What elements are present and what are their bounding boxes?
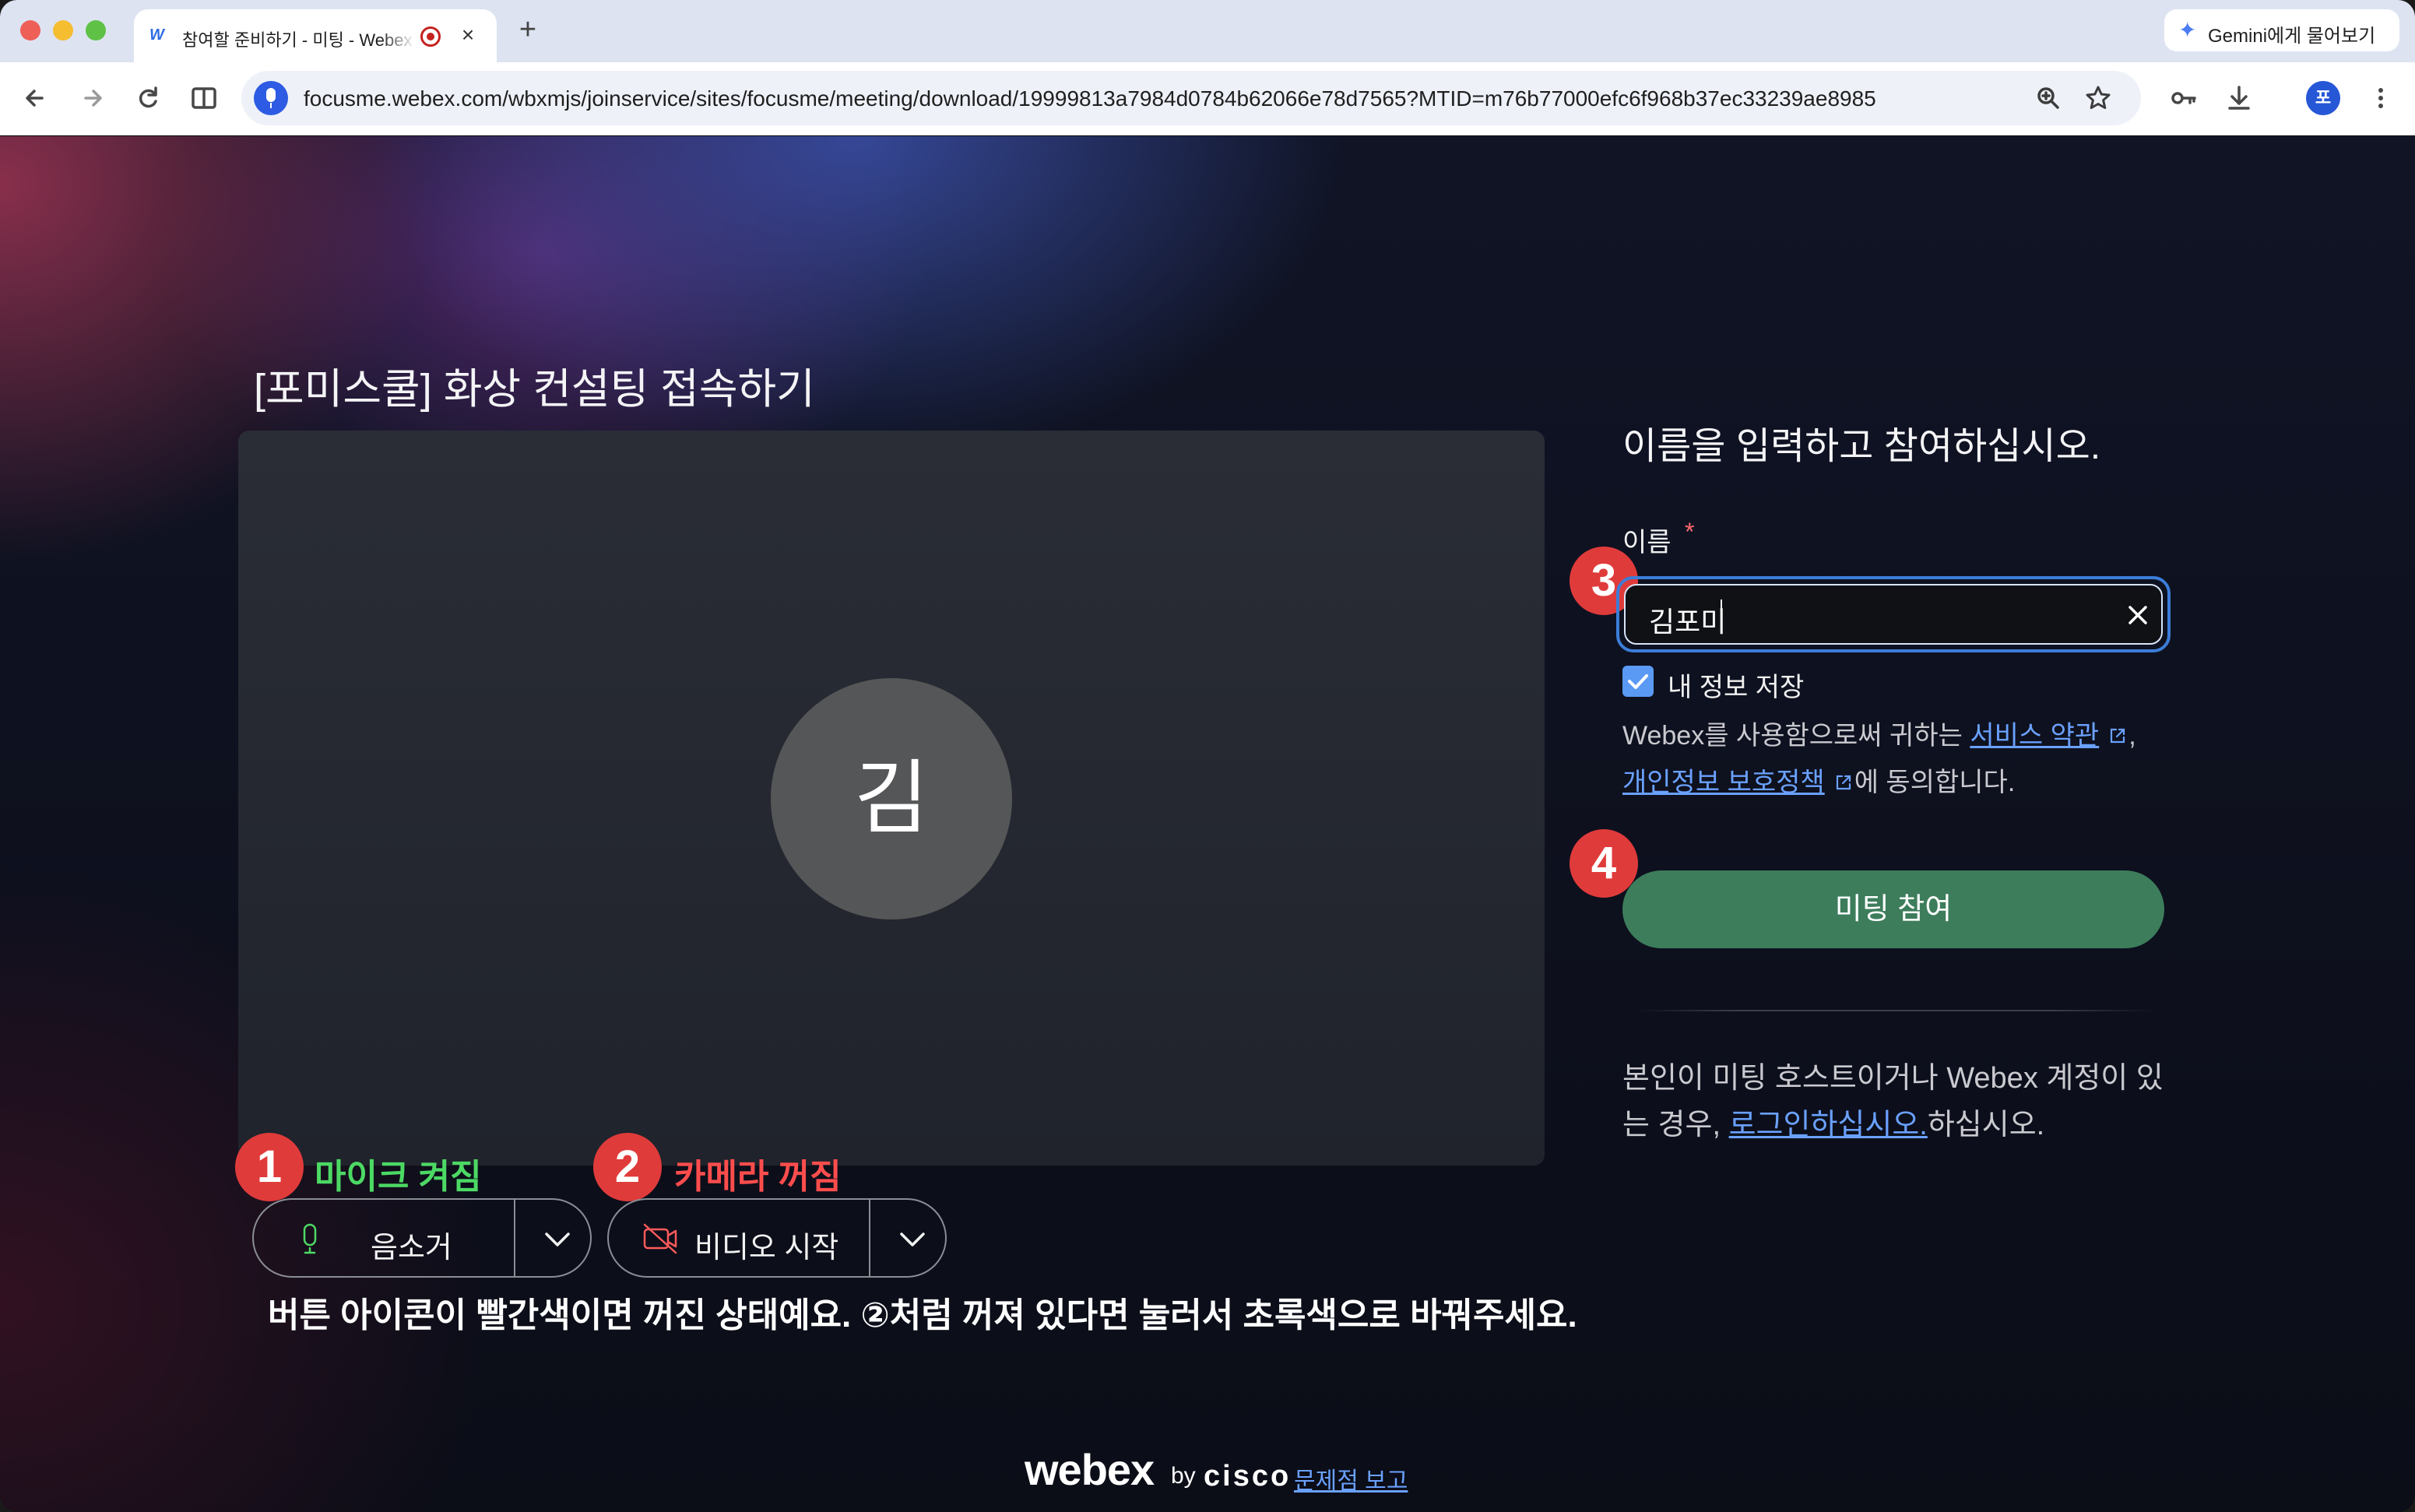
webex-icon: W <box>149 26 164 44</box>
login-link[interactable]: 로그인하십시오. <box>1729 1109 1928 1141</box>
mute-divider <box>514 1200 515 1276</box>
url-text[interactable]: focusme.webex.com/wbxmjs/joinservice/sit… <box>304 86 1876 111</box>
privacy-policy-link[interactable]: 개인정보 보호정책 <box>1622 768 1825 797</box>
mute-options-chevron-down-icon[interactable] <box>536 1217 579 1261</box>
webex-join-page: [포미스쿨] 화상 컨설팅 접속하기 김 1 마이크 켜짐 2 카메라 꺼짐 음… <box>0 136 2415 1512</box>
checkmark-icon <box>1628 674 1648 689</box>
gemini-sparkle-icon: ✦ <box>2178 18 2197 42</box>
microphone-permission-icon[interactable] <box>254 81 288 115</box>
video-control: 비디오 시작 <box>607 1198 947 1278</box>
forward-button[interactable] <box>75 81 109 115</box>
gemini-button[interactable]: ✦ Gemini에게 물어보기 <box>2164 9 2399 51</box>
profile-avatar[interactable]: 포 <box>2306 81 2340 115</box>
tab-title: 참여할 준비하기 - 미팅 - Webex <box>182 30 413 48</box>
more-vert-icon <box>2378 88 2383 108</box>
step-2-label: 카메라 꺼짐 <box>674 1158 842 1196</box>
bookmark-star-icon[interactable] <box>2083 83 2113 113</box>
footer-by: by <box>1171 1463 1196 1489</box>
minimize-window-button[interactable] <box>53 20 73 40</box>
mute-control: 음소거 <box>252 1198 592 1278</box>
terms-of-service-link[interactable]: 서비스 약관 <box>1970 721 2099 751</box>
forward-arrow-icon <box>84 90 102 107</box>
host-login-note: 본인이 미팅 호스트이거나 Webex 계정이 있는 경우, 로그인하십시오.하… <box>1622 1055 2167 1148</box>
clear-input-close-icon[interactable] <box>2119 596 2157 634</box>
join-meeting-button[interactable]: 미팅 참여 <box>1622 870 2164 948</box>
start-video-button[interactable]: 비디오 시작 <box>694 1223 838 1266</box>
back-arrow-icon <box>26 90 44 107</box>
mute-button[interactable]: 음소거 <box>371 1223 452 1266</box>
maximize-window-button[interactable] <box>86 20 106 40</box>
key-icon <box>2171 92 2196 104</box>
video-options-chevron-down-icon[interactable] <box>891 1217 934 1261</box>
reload-button[interactable] <box>131 81 165 115</box>
new-tab-button[interactable]: + <box>514 15 542 44</box>
menu-button[interactable] <box>2364 81 2398 115</box>
name-input-box[interactable]: 김포미 <box>1624 584 2163 645</box>
terms-prefix: Webex를 사용함으로써 귀하는 <box>1622 721 1970 751</box>
close-window-button[interactable] <box>20 20 40 40</box>
address-bar[interactable]: focusme.webex.com/wbxmjs/joinservice/sit… <box>241 71 2141 125</box>
host-note-suffix: 하십시오. <box>1927 1109 2045 1141</box>
tab-active[interactable]: W 참여할 준비하기 - 미팅 - Webex × <box>134 9 497 62</box>
gemini-label: Gemini에게 물어보기 <box>2208 26 2376 47</box>
save-info-checkbox[interactable] <box>1622 666 1654 697</box>
downloads-button[interactable] <box>2222 81 2256 115</box>
required-asterisk: * <box>1685 518 1695 546</box>
browser-toolbar: focusme.webex.com/wbxmjs/joinservice/sit… <box>0 62 2415 135</box>
video-divider <box>869 1200 870 1276</box>
terms-suffix: 에 동의합니다. <box>1854 768 2016 797</box>
download-icon <box>2228 86 2250 110</box>
step-4-badge: 4 <box>1570 829 1638 898</box>
zoom-icon[interactable] <box>2034 83 2063 113</box>
save-info-label[interactable]: 내 정보 저장 <box>1668 666 1804 704</box>
tab-strip: W 참여할 준비하기 - 미팅 - Webex × + ✦ Gemini에게 물… <box>0 0 2415 62</box>
join-heading: 이름을 입력하고 참여하십시오. <box>1622 426 2101 467</box>
step-1-label: 마이크 켜짐 <box>315 1158 482 1196</box>
report-problem-link[interactable]: 문제점 보고 <box>1294 1461 1408 1496</box>
side-panel-button[interactable] <box>187 81 221 115</box>
name-input[interactable]: 김포미 <box>1649 600 2085 638</box>
recording-icon <box>420 26 441 47</box>
side-panel-icon <box>192 87 216 109</box>
microphone-icon[interactable] <box>294 1222 325 1257</box>
browser-window: W 참여할 준비하기 - 미팅 - Webex × + ✦ Gemini에게 물… <box>0 0 2415 1512</box>
webex-logo: webex <box>1025 1445 1155 1494</box>
meeting-title: [포미스쿨] 화상 컨설팅 접속하기 <box>254 366 815 413</box>
reload-icon <box>139 86 157 108</box>
step-1-badge: 1 <box>235 1133 304 1201</box>
external-link-icon <box>2111 728 2125 744</box>
step-2-badge: 2 <box>593 1133 662 1201</box>
terms-comma: , <box>2129 721 2136 751</box>
camera-off-icon[interactable] <box>642 1223 680 1254</box>
back-button[interactable] <box>19 81 53 115</box>
instruction-text: 버튼 아이콘이 빨간색이면 꺼진 상태예요. ②처럼 꺼져 있다면 눌러서 초록… <box>268 1296 1577 1334</box>
tab-close-icon[interactable]: × <box>456 23 480 47</box>
external-link-icon <box>1836 775 1851 790</box>
password-key-button[interactable] <box>2166 81 2200 115</box>
terms-notice: Webex를 사용함으로써 귀하는 서비스 약관, 개인정보 보호정책 에 동의합니… <box>1622 712 2167 806</box>
text-caret <box>1721 600 1722 631</box>
name-field-label: 이름 <box>1622 528 1672 557</box>
avatar: 김 <box>771 678 1012 920</box>
cisco-logo: cisco <box>1204 1460 1292 1493</box>
section-divider <box>1635 1010 2155 1011</box>
